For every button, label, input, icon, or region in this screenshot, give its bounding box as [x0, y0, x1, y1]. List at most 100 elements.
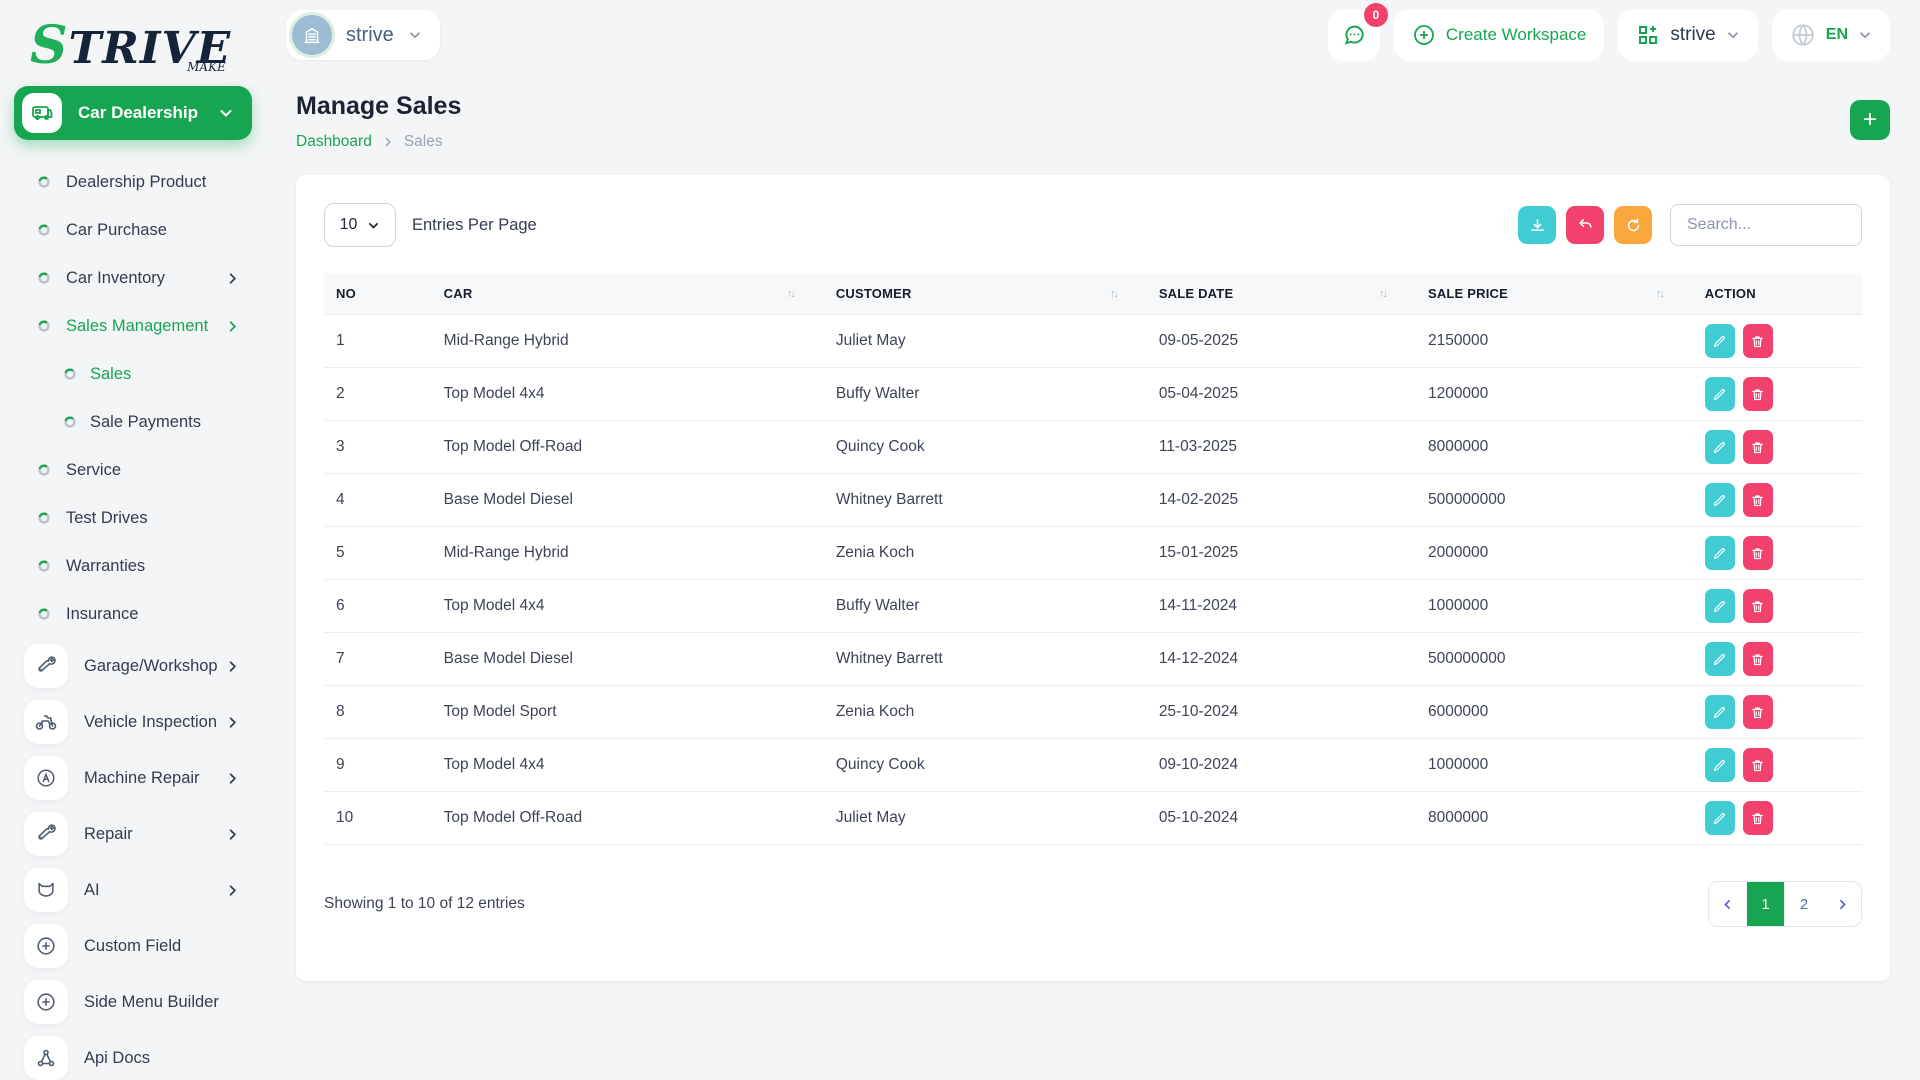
cell-car: Base Model Diesel [432, 474, 824, 527]
entries-per-page-select[interactable]: 10 [324, 203, 396, 247]
delete-button[interactable] [1743, 801, 1773, 835]
workspace-name: strive [346, 24, 394, 47]
column-header-sale-price[interactable]: SALE PRICE↑↓ [1416, 273, 1693, 315]
edit-button[interactable] [1705, 324, 1735, 358]
cell-customer: Quincy Cook [824, 421, 1147, 474]
cell-sale-date: 05-10-2024 [1147, 792, 1416, 845]
brand-tagline: MAKE [187, 60, 226, 74]
cell-sale-date: 14-12-2024 [1147, 633, 1416, 686]
edit-button[interactable] [1705, 483, 1735, 517]
sidebar-item-machine-repair[interactable]: Machine Repair [0, 750, 266, 806]
chat-badge: 0 [1364, 3, 1388, 27]
sidebar-item-ai[interactable]: AI [0, 862, 266, 918]
sidebar-item-car-inventory[interactable]: Car Inventory [0, 254, 266, 302]
sales-table: NOCAR↑↓CUSTOMER↑↓SALE DATE↑↓SALE PRICE↑↓… [324, 273, 1862, 845]
edit-button[interactable] [1705, 748, 1735, 782]
chevron-right-icon [225, 659, 240, 674]
delete-button[interactable] [1743, 642, 1773, 676]
sidebar-item-label: Vehicle Inspection [84, 713, 225, 732]
sidebar-item-insurance[interactable]: Insurance [0, 590, 266, 638]
brand-logo[interactable]: STRIVE MAKE [0, 10, 266, 78]
sort-icon[interactable]: ↑↓ [1656, 288, 1681, 300]
edit-button[interactable] [1705, 695, 1735, 729]
delete-button[interactable] [1743, 324, 1773, 358]
delete-button[interactable] [1743, 589, 1773, 623]
sidebar-item-sales-management[interactable]: Sales Management [0, 302, 266, 350]
refresh-button[interactable] [1614, 206, 1652, 244]
delete-button[interactable] [1743, 377, 1773, 411]
table-body: 1Mid-Range HybridJuliet May09-05-2025215… [324, 315, 1862, 845]
undo-button[interactable] [1566, 206, 1604, 244]
edit-button[interactable] [1705, 536, 1735, 570]
pagination-page-2[interactable]: 2 [1785, 882, 1823, 926]
sort-icon[interactable]: ↑↓ [1379, 288, 1404, 300]
language-selector[interactable]: EN [1772, 9, 1890, 61]
edit-button[interactable] [1705, 377, 1735, 411]
table-row: 5Mid-Range HybridZenia Koch15-01-2025200… [324, 527, 1862, 580]
breadcrumb-dashboard-link[interactable]: Dashboard [296, 133, 372, 151]
sidebar-item-label: Warranties [66, 557, 240, 576]
column-label: CAR [444, 286, 473, 301]
cell-sale-date: 14-11-2024 [1147, 580, 1416, 633]
bullet-icon [38, 512, 50, 524]
edit-button[interactable] [1705, 642, 1735, 676]
add-sale-button[interactable]: + [1850, 100, 1890, 140]
cell-sale-date: 15-01-2025 [1147, 527, 1416, 580]
sidebar-item-side-menu-builder[interactable]: Side Menu Builder [0, 974, 266, 1030]
cell-actions [1693, 421, 1862, 474]
column-label: SALE DATE [1159, 286, 1234, 301]
export-button[interactable] [1518, 206, 1556, 244]
page-title: Manage Sales [296, 92, 461, 121]
sidebar-item-test-drives[interactable]: Test Drives [0, 494, 266, 542]
delete-button[interactable] [1743, 483, 1773, 517]
table-row: 9Top Model 4x4Quincy Cook09-10-202410000… [324, 739, 1862, 792]
delete-button[interactable] [1743, 536, 1773, 570]
entries-per-page-label: Entries Per Page [412, 216, 537, 235]
sidebar-item-car-dealership[interactable]: Car Dealership [14, 86, 252, 140]
cell-sale-price: 6000000 [1416, 686, 1693, 739]
bullet-icon [38, 560, 50, 572]
sidebar-item-sale-payments[interactable]: Sale Payments [0, 398, 266, 446]
chevron-right-icon [1836, 898, 1849, 911]
workspace-selector[interactable]: strive [286, 10, 440, 60]
chat-button[interactable]: 0 [1328, 9, 1380, 61]
sidebar-item-warranties[interactable]: Warranties [0, 542, 266, 590]
pagination-next-button[interactable] [1823, 882, 1861, 926]
sidebar-item-repair[interactable]: Repair [0, 806, 266, 862]
chevron-right-icon [382, 136, 394, 148]
sidebar-item-dealership-product[interactable]: Dealership Product [0, 158, 266, 206]
sidebar-item-garage-workshop[interactable]: Garage/Workshop [0, 638, 266, 694]
pagination-prev-button[interactable] [1709, 882, 1747, 926]
sidebar-item-sales[interactable]: Sales [0, 350, 266, 398]
sidebar-item-api-docs[interactable]: Api Docs [0, 1030, 266, 1080]
sort-icon[interactable]: ↑↓ [1110, 288, 1135, 300]
chat-icon [1341, 22, 1367, 48]
sidebar-item-custom-field[interactable]: Custom Field [0, 918, 266, 974]
edit-button[interactable] [1705, 589, 1735, 623]
cell-sale-date: 25-10-2024 [1147, 686, 1416, 739]
cell-actions [1693, 792, 1862, 845]
edit-button[interactable] [1705, 430, 1735, 464]
sort-icon[interactable]: ↑↓ [787, 288, 812, 300]
cell-car: Top Model 4x4 [432, 580, 824, 633]
search-input[interactable] [1670, 204, 1862, 246]
sidebar-item-car-purchase[interactable]: Car Purchase [0, 206, 266, 254]
delete-button[interactable] [1743, 430, 1773, 464]
column-header-customer[interactable]: CUSTOMER↑↓ [824, 273, 1147, 315]
column-header-sale-date[interactable]: SALE DATE ↑↓ [1147, 273, 1416, 315]
org-selector[interactable]: strive [1618, 9, 1757, 61]
create-workspace-button[interactable]: Create Workspace [1394, 9, 1604, 61]
edit-button[interactable] [1705, 801, 1735, 835]
cell-car: Mid-Range Hybrid [432, 527, 824, 580]
chevron-left-icon [1721, 898, 1734, 911]
sidebar-item-label: Side Menu Builder [84, 993, 240, 1012]
delete-button[interactable] [1743, 695, 1773, 729]
delete-button[interactable] [1743, 748, 1773, 782]
cell-car: Top Model Off-Road [432, 792, 824, 845]
sidebar-item-vehicle-inspection[interactable]: Vehicle Inspection [0, 694, 266, 750]
column-header-car[interactable]: CAR ↑↓ [432, 273, 824, 315]
row-no: 2 [324, 368, 432, 421]
pagination-page-1[interactable]: 1 [1747, 882, 1785, 926]
bullet-icon [38, 464, 50, 476]
sidebar-item-service[interactable]: Service [0, 446, 266, 494]
